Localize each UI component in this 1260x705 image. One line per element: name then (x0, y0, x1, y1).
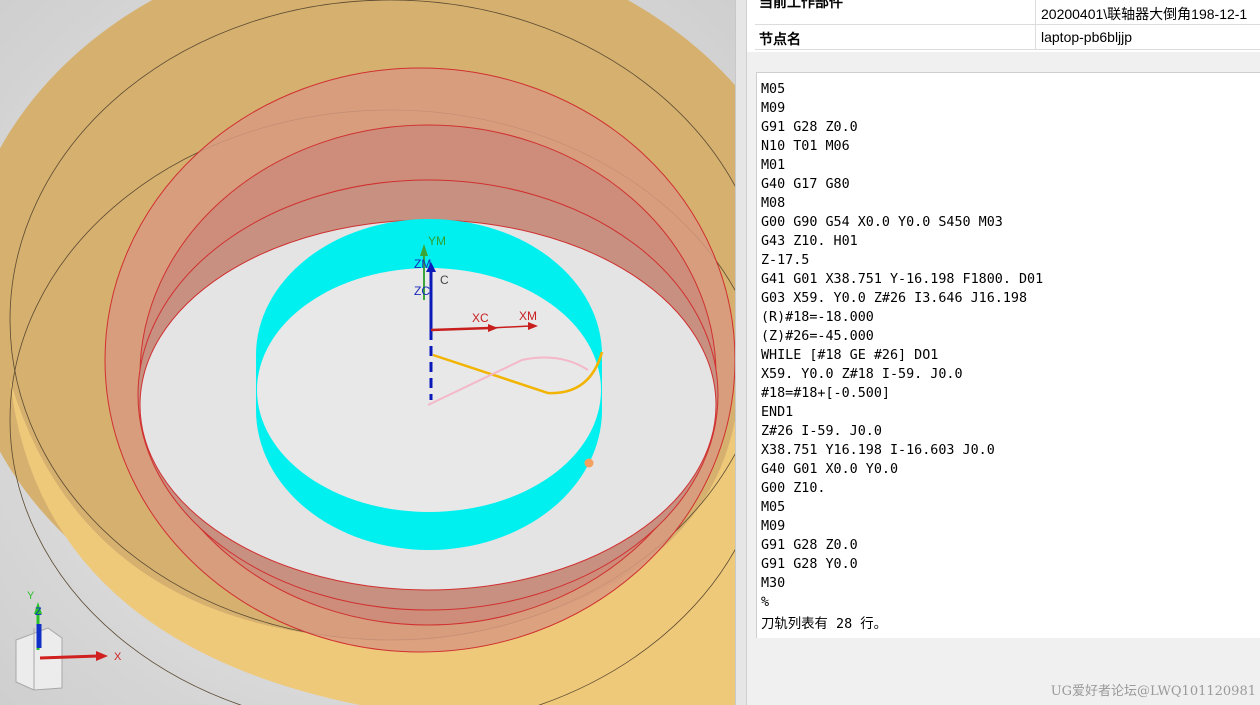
forum-watermark: UG爱好者论坛@LWQ101120981 (1050, 684, 1256, 699)
code-line: M09 (761, 519, 786, 534)
code-line: G40 G17 G80 (761, 177, 850, 192)
part-model-view (0, 0, 735, 705)
node-label: 节点名 (759, 31, 801, 47)
code-line: G91 G28 Z0.0 (761, 120, 858, 135)
code-line: G00 Z10. (761, 481, 826, 496)
code-line: G03 X59. Y0.0 Z#26 I3.646 J16.198 (761, 291, 1028, 306)
tool-tip-marker (584, 458, 594, 468)
code-lines: M05 M09 G91 G28 Z0.0 N10 T01 M06 M01 G40 G17 … (761, 80, 1043, 612)
graphics-viewport[interactable]: YM ZM ZC C XC XM Y Z X (0, 0, 735, 705)
code-line: WHILE [#18 GE #26] DO1 (761, 348, 939, 363)
code-line: (R)#18=-18.000 (761, 310, 874, 325)
wcs-c-label: C (440, 273, 449, 287)
part-value: 20200401\联轴器大倒角198-12-1 (1041, 6, 1248, 22)
info-panel: 当前工作部件 20200401\联轴器大倒角198-12-1 节点名 lapto… (747, 0, 1260, 52)
code-line: % (761, 595, 770, 610)
panel-splitter[interactable] (735, 0, 747, 705)
code-line: END1 (761, 405, 794, 420)
info-row-part: 当前工作部件 20200401\联轴器大倒角198-12-1 (755, 0, 1260, 25)
code-line: G40 G01 X0.0 Y0.0 (761, 462, 899, 477)
listing-summary: 刀轨列表有 28 行。 (761, 617, 887, 632)
code-line: M05 (761, 82, 786, 97)
code-line: M30 (761, 576, 786, 591)
info-row-node: 节点名 laptop-pb6bljjp (755, 25, 1260, 50)
wcs-zc-label: ZC (414, 284, 430, 298)
nc-program-listing[interactable]: M05 M09 G91 G28 Z0.0 N10 T01 M06 M01 G40 G17 … (756, 72, 1260, 638)
triad-x-label: X (114, 651, 122, 663)
cylinder-bore-top (257, 268, 601, 512)
code-line: Z#26 I-59. J0.0 (761, 424, 882, 439)
part-label: 当前工作部件 (759, 0, 843, 10)
code-line: M08 (761, 196, 786, 211)
code-line: G41 G01 X38.751 Y-16.198 F1800. D01 (761, 272, 1044, 287)
code-line: M01 (761, 158, 786, 173)
code-line: M09 (761, 101, 786, 116)
node-value: laptop-pb6bljjp (1041, 29, 1133, 45)
wcs-xc-label: XC (472, 311, 489, 325)
wcs-zm-label: ZM (414, 257, 432, 271)
code-line: (Z)#26=-45.000 (761, 329, 874, 344)
code-line: #18=#18+[-0.500] (761, 386, 890, 401)
wcs-ym-label: YM (428, 234, 446, 248)
wcs-xm-label: XM (519, 309, 537, 323)
triad-y-label: Y (27, 590, 35, 602)
code-line: X38.751 Y16.198 I-16.603 J0.0 (761, 443, 995, 458)
triad-z-label: Z (35, 606, 42, 618)
code-line: N10 T01 M06 (761, 139, 850, 154)
code-line: G00 G90 G54 X0.0 Y0.0 S450 M03 (761, 215, 1003, 230)
code-line: G43 Z10. H01 (761, 234, 858, 249)
code-line: M05 (761, 500, 786, 515)
code-line: G91 G28 Z0.0 (761, 538, 858, 553)
code-line: Z-17.5 (761, 253, 810, 268)
code-line: G91 G28 Y0.0 (761, 557, 858, 572)
code-line: X59. Y0.0 Z#18 I-59. J0.0 (761, 367, 963, 382)
